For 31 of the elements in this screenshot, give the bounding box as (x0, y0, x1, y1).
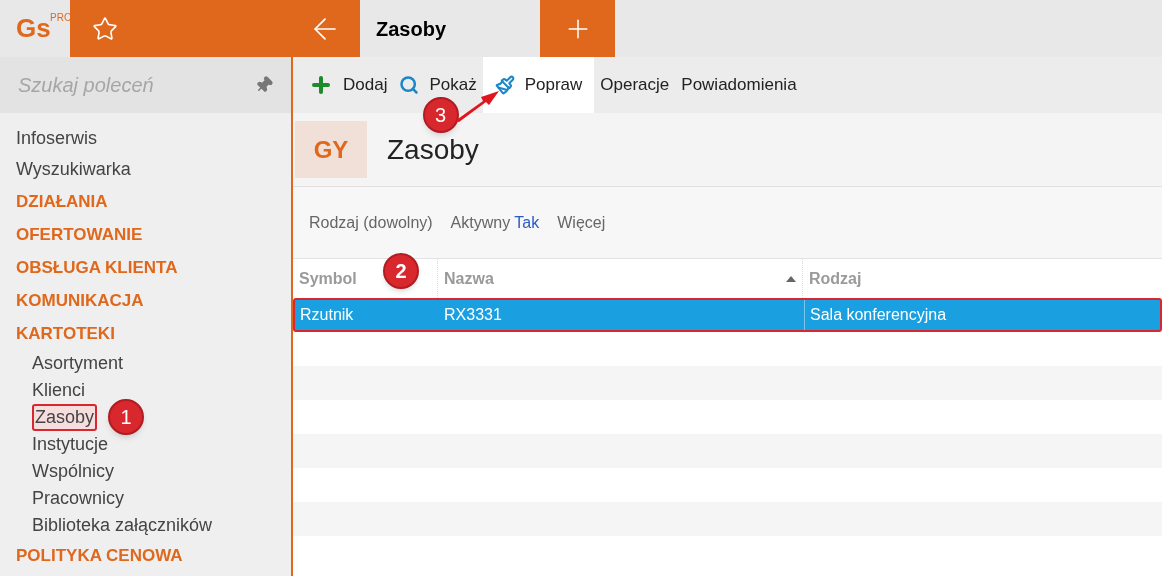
toolbar-button[interactable]: Dodaj (303, 57, 394, 113)
sidebar-item[interactable]: Wyszukiwarka (16, 154, 131, 185)
sidebar-item[interactable]: Asortyment (32, 350, 124, 377)
sidebar-item[interactable]: Wspólnicy (32, 458, 115, 485)
search-icon (399, 75, 420, 95)
page-title: Zasoby (387, 132, 479, 167)
filter-link[interactable]: Więcej (557, 210, 606, 235)
sidebar-item[interactable]: Klienci (32, 377, 86, 404)
toolbar-button[interactable]: Operacje (594, 57, 676, 113)
star-icon[interactable] (92, 15, 118, 42)
callout-badge: 2 (383, 253, 419, 289)
callout-badge: 3 (422, 97, 459, 133)
toolbar-button[interactable]: Powiadomienia (675, 57, 803, 113)
table-cell: Sala konferencyjna (804, 300, 1160, 330)
brush-icon (494, 75, 515, 95)
sidebar-item[interactable]: Pracownicy (32, 485, 125, 512)
toolbar-button[interactable]: Popraw (482, 57, 595, 113)
filter-link[interactable]: Aktywny Tak (450, 210, 540, 235)
tab[interactable]: Zasoby (360, 0, 540, 57)
search-bar[interactable]: Szukaj poleceń (0, 57, 291, 113)
table-cell-text: RX3331 (443, 305, 503, 325)
search-field[interactable]: Szukaj poleceń (18, 70, 238, 100)
filter-link[interactable]: Rodzaj (dowolny) (309, 210, 433, 235)
sidebar-item[interactable]: Infoserwis (16, 123, 98, 154)
table-cell-text: Rzutnik (299, 305, 355, 325)
sidebar-item[interactable]: Zasoby (32, 404, 98, 431)
sidebar-item[interactable]: Instytucje (32, 431, 109, 458)
module-badge: GY (295, 121, 367, 178)
plus-icon (309, 73, 333, 97)
callout-badge: 1 (108, 399, 144, 435)
sidebar-item[interactable]: Biblioteka załączników (32, 512, 213, 539)
